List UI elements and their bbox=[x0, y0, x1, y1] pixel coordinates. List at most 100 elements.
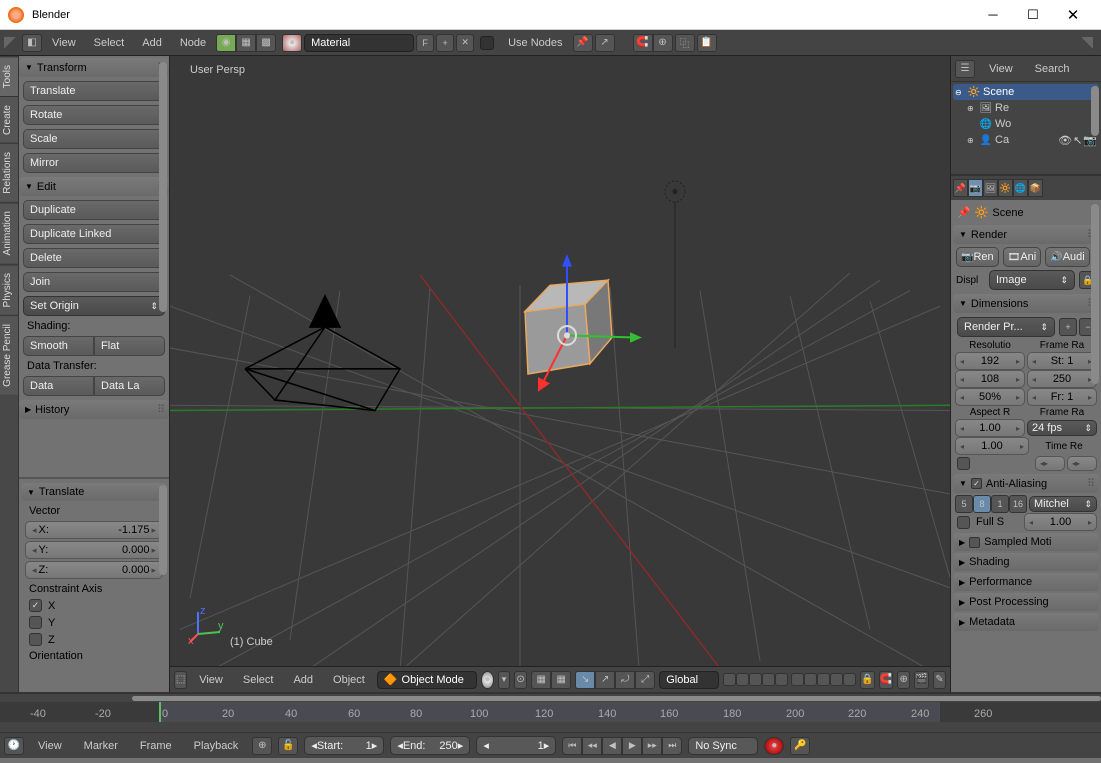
data-transfer-button[interactable]: Data bbox=[23, 376, 94, 396]
editor-type-icon[interactable]: ◧ bbox=[22, 34, 42, 52]
vp-menu-view[interactable]: View bbox=[191, 674, 231, 686]
toolshelf-scrollbar[interactable] bbox=[159, 62, 167, 312]
window-minimize-button[interactable]: ─ bbox=[973, 1, 1013, 29]
edit-panel-header[interactable]: ▼Edit⠿ bbox=[19, 177, 169, 196]
render-tab-icon[interactable]: 📷 bbox=[968, 179, 983, 197]
manipulator-toggle-icon[interactable]: ↘ bbox=[575, 671, 595, 689]
data-layout-button[interactable]: Data La bbox=[94, 376, 165, 396]
outliner-renderlayers-row[interactable]: ⊕🖼Re bbox=[953, 100, 1099, 116]
frame-end-field[interactable]: ◂End:250▸ bbox=[390, 736, 470, 755]
unlink-material-button[interactable]: ✕ bbox=[456, 34, 474, 52]
resolution-y-field[interactable]: ◂108▸ bbox=[955, 370, 1025, 388]
aspect-x-field[interactable]: ◂1.00▸ bbox=[955, 419, 1025, 437]
manipulator-rotate-icon[interactable]: ⤾ bbox=[615, 671, 635, 689]
render-audio-button[interactable]: 🔊Audi bbox=[1045, 247, 1089, 267]
performance-panel-header[interactable]: ▶Performance bbox=[953, 573, 1099, 591]
layer-buttons[interactable] bbox=[723, 673, 856, 686]
resolution-pct-field[interactable]: ◂50%▸ bbox=[955, 388, 1025, 406]
pivot-icon[interactable]: ⊙ bbox=[514, 671, 527, 689]
history-panel-header[interactable]: ▶History⠿ bbox=[19, 400, 169, 419]
vp-menu-object[interactable]: Object bbox=[325, 674, 373, 686]
metadata-panel-header[interactable]: ▶Metadata bbox=[953, 613, 1099, 631]
sync-mode-dropdown[interactable]: No Sync bbox=[688, 737, 758, 755]
pin-icon[interactable]: 📌 bbox=[957, 206, 971, 219]
aa-11-button[interactable]: 1 bbox=[991, 495, 1009, 513]
pin-icon[interactable]: 📌 bbox=[573, 34, 593, 52]
render-anim-button[interactable]: 🎞Ani bbox=[1003, 247, 1042, 267]
scene-tab-icon[interactable]: 🔆 bbox=[998, 179, 1013, 197]
mode-selector[interactable]: 🔶 Object Mode bbox=[377, 671, 477, 689]
duplicate-linked-button[interactable]: Duplicate Linked bbox=[23, 224, 165, 244]
aa-filter-dropdown[interactable]: Mitchel bbox=[1029, 496, 1097, 512]
restrict-view-icon[interactable]: 👁 bbox=[1058, 134, 1072, 147]
snap-type-icon[interactable]: ⊕ bbox=[653, 34, 673, 52]
scale-button[interactable]: Scale bbox=[23, 129, 165, 149]
render-panel-header[interactable]: ▼Render⠿ bbox=[953, 225, 1099, 244]
sampled-motion-panel-header[interactable]: ▶Sampled Moti bbox=[953, 533, 1099, 551]
translate-z-field[interactable]: ◂Z:0.000▸ bbox=[25, 561, 163, 579]
delete-button[interactable]: Delete bbox=[23, 248, 165, 268]
time-old-field[interactable]: ◂▸ bbox=[1035, 456, 1065, 471]
constraint-x-checkbox[interactable]: X bbox=[21, 597, 167, 614]
dimensions-panel-header[interactable]: ▼Dimensions⠿ bbox=[953, 294, 1099, 313]
vp-menu-select[interactable]: Select bbox=[235, 674, 282, 686]
copy-nodes-icon[interactable]: ⿻ bbox=[675, 34, 695, 52]
paste-nodes-icon[interactable]: 📋 bbox=[697, 34, 717, 52]
jump-end-button[interactable]: ⏭ bbox=[662, 737, 682, 755]
shade-flat-button[interactable]: Flat bbox=[94, 336, 165, 356]
3d-viewport[interactable]: User Persp (1) Cube z y x ⬚ View Select … bbox=[169, 56, 951, 692]
tl-menu-playback[interactable]: Playback bbox=[186, 740, 247, 752]
material-browse-icon[interactable]: ● bbox=[282, 34, 302, 52]
manipulator-scale-icon[interactable]: ⤢ bbox=[635, 671, 655, 689]
shader-nodes-icon[interactable]: ◉ bbox=[216, 34, 236, 52]
time-new-field[interactable]: ◂▸ bbox=[1067, 456, 1097, 471]
preset-add-button[interactable]: + bbox=[1059, 318, 1077, 336]
fake-user-button[interactable]: F bbox=[416, 34, 434, 52]
aa-5-button[interactable]: 5 bbox=[955, 495, 973, 513]
operator-scrollbar[interactable] bbox=[159, 485, 167, 575]
compositor-nodes-icon[interactable]: ▦ bbox=[236, 34, 256, 52]
vp-menu-add[interactable]: Add bbox=[285, 674, 321, 686]
translate-button[interactable]: Translate bbox=[23, 81, 165, 101]
join-button[interactable]: Join bbox=[23, 272, 165, 292]
tl-menu-marker[interactable]: Marker bbox=[76, 740, 126, 752]
keyframe-prev-button[interactable]: ◂◂ bbox=[582, 737, 602, 755]
window-maximize-button[interactable]: ☐ bbox=[1013, 1, 1053, 29]
postproc-panel-header[interactable]: ▶Post Processing bbox=[953, 593, 1099, 611]
outliner-camera-row[interactable]: ⊕👤Ca👁↖📷 bbox=[953, 132, 1099, 148]
rotate-button[interactable]: Rotate bbox=[23, 105, 165, 125]
constraint-z-checkbox[interactable]: Z bbox=[21, 631, 167, 648]
menu-node[interactable]: Node bbox=[172, 37, 214, 49]
gpencil-icon[interactable]: ✎ bbox=[933, 671, 946, 689]
shading-panel-header[interactable]: ▶Shading bbox=[953, 553, 1099, 571]
outliner-scene-row[interactable]: ⊖🔆Scene bbox=[953, 84, 1099, 100]
frame-current-field[interactable]: ◂1▸ bbox=[476, 736, 556, 755]
aa-16-button[interactable]: 16 bbox=[1009, 495, 1027, 513]
add-material-button[interactable]: + bbox=[436, 34, 454, 52]
translate-x-field[interactable]: ◂X:-1.175▸ bbox=[25, 521, 163, 539]
render-preset-dropdown[interactable]: Render Pr... bbox=[957, 317, 1055, 337]
restrict-select-icon[interactable]: ↖ bbox=[1073, 134, 1082, 147]
menu-view[interactable]: View bbox=[44, 37, 84, 49]
fps-dropdown[interactable]: 24 fps bbox=[1027, 420, 1097, 436]
aa-size-field[interactable]: ◂1.00▸ bbox=[1024, 513, 1097, 531]
manipulator-translate-icon[interactable]: ↗ bbox=[595, 671, 615, 689]
object-tab-icon[interactable]: 📦 bbox=[1028, 179, 1043, 197]
border-checkbox[interactable] bbox=[957, 457, 970, 470]
layer-2-icon[interactable]: ▦ bbox=[551, 671, 571, 689]
outliner-world-row[interactable]: 🌐Wo bbox=[953, 116, 1099, 132]
frame-start-field[interactable]: ◂St: 1▸ bbox=[1027, 352, 1097, 370]
tab-physics[interactable]: Physics bbox=[0, 264, 18, 315]
window-close-button[interactable]: ✕ bbox=[1053, 1, 1093, 29]
render-button[interactable]: 📷Ren bbox=[956, 247, 999, 267]
play-reverse-button[interactable]: ◀ bbox=[602, 737, 622, 755]
world-tab-icon[interactable]: 🌐 bbox=[1013, 179, 1028, 197]
translate-y-field[interactable]: ◂Y:0.000▸ bbox=[25, 541, 163, 559]
set-origin-dropdown[interactable]: Set Origin bbox=[23, 296, 165, 316]
tab-relations[interactable]: Relations bbox=[0, 143, 18, 202]
pin-icon[interactable]: 📌 bbox=[953, 179, 968, 197]
layer-1-icon[interactable]: ▦ bbox=[531, 671, 551, 689]
tab-animation[interactable]: Animation bbox=[0, 202, 18, 263]
tl-menu-view[interactable]: View bbox=[30, 740, 70, 752]
frame-step-field[interactable]: ◂Fr: 1▸ bbox=[1027, 388, 1097, 406]
